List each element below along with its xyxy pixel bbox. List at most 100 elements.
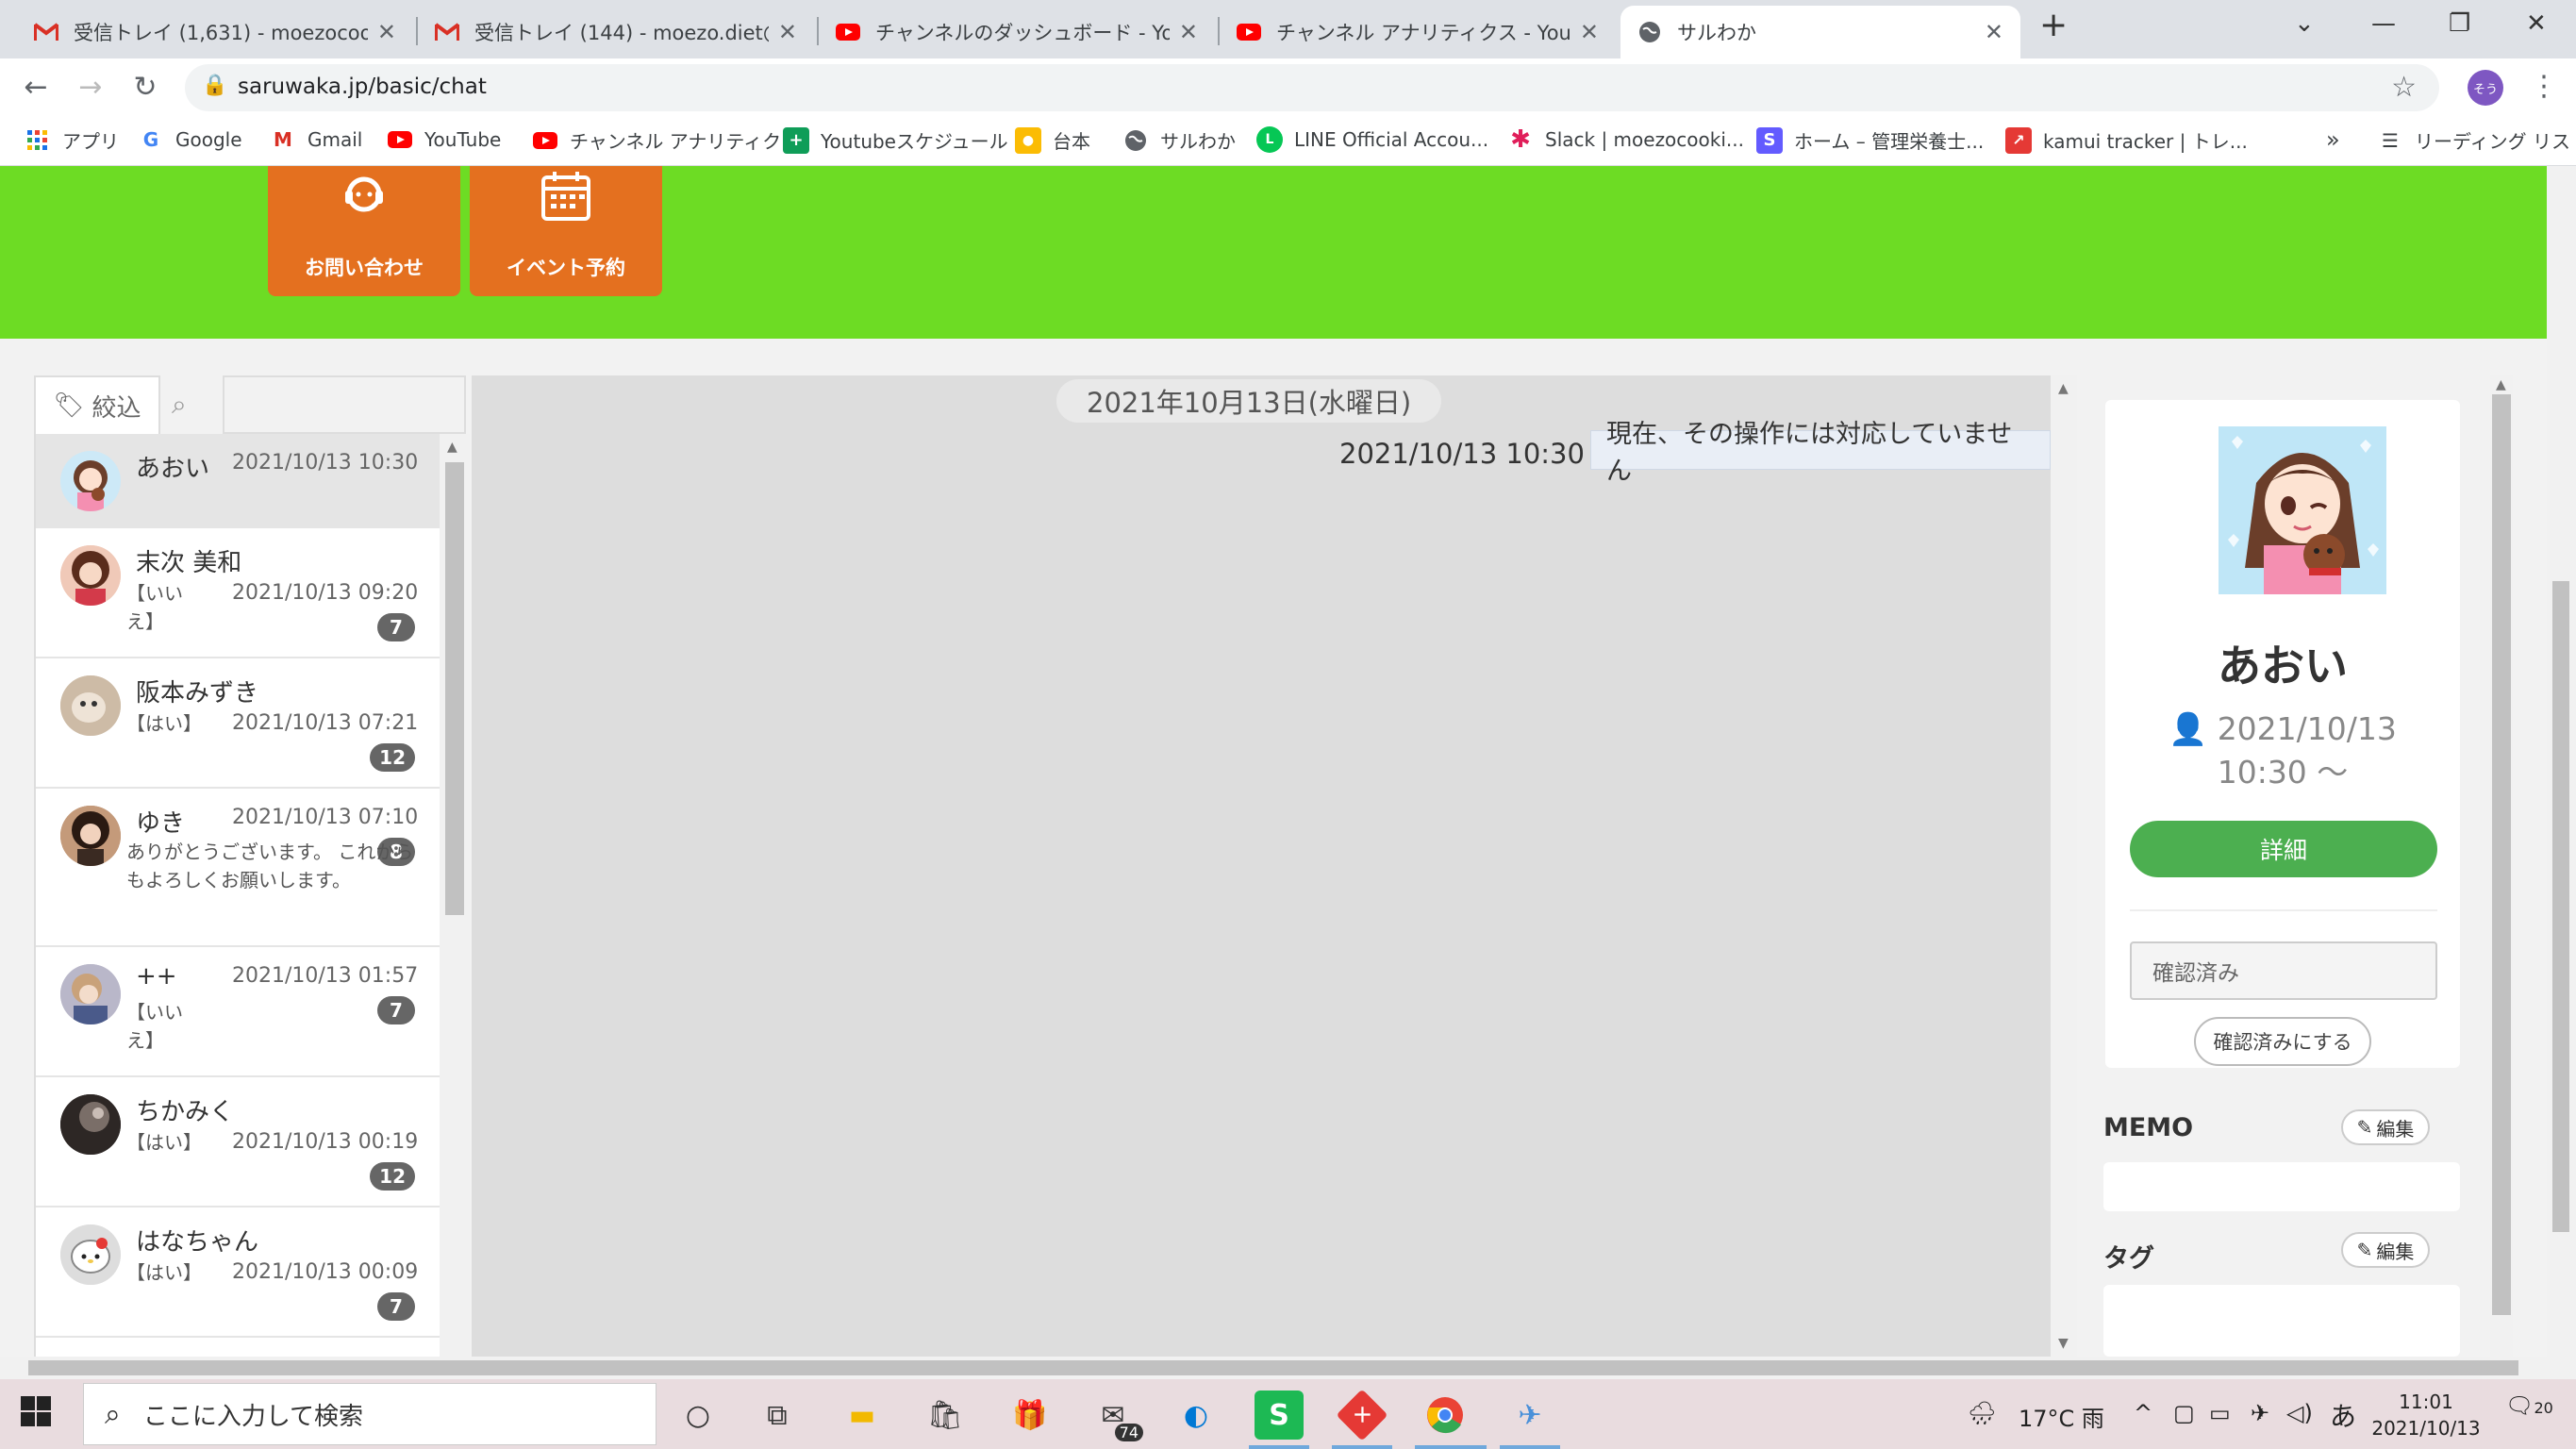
reload-icon[interactable]: ↻ xyxy=(126,68,164,106)
scrollbar-thumb[interactable] xyxy=(445,462,464,915)
profile-scrollbar[interactable]: ▲ xyxy=(2490,375,2513,1357)
volume-icon[interactable]: ◁) xyxy=(2286,1400,2313,1426)
tab-gmail-2[interactable]: 受信トレイ (144) - moezo.diet@gm ✕ xyxy=(418,6,814,58)
contact-button[interactable]: お問い合わせ xyxy=(268,166,460,296)
bookmark-channel-analytics[interactable]: チャンネル アナリティク... xyxy=(532,126,799,154)
bookmark-youtube[interactable]: YouTube xyxy=(387,126,501,153)
bookmark-kamui-tracker[interactable]: ↗ kamui tracker | トレ... xyxy=(2005,126,2248,154)
scroll-up-icon[interactable]: ▲ xyxy=(2496,377,2506,392)
memo-edit-button[interactable]: ✎ 編集 xyxy=(2341,1109,2430,1145)
filter-tag-button[interactable]: 🏷 絞込 xyxy=(34,375,160,434)
chat-list-item[interactable]: ++ 2021/10/13 01:57 7 【いいえ】 xyxy=(36,947,440,1077)
event-reservation-button[interactable]: イベント予約 xyxy=(470,166,662,296)
minimize-icon[interactable]: — xyxy=(2371,9,2396,38)
scrollbar-thumb[interactable] xyxy=(28,1360,2518,1375)
taskbar-clock[interactable]: 11:01 2021/10/13 xyxy=(2369,1389,2483,1441)
mail-icon[interactable]: ✉ 74 xyxy=(1089,1391,1143,1441)
tab-title: チャンネル アナリティクス - YouTube S xyxy=(1276,22,1571,44)
chat-list-item[interactable]: 阪本みずき 【はい】 2021/10/13 07:21 12 xyxy=(36,658,440,789)
back-icon[interactable]: ← xyxy=(17,68,55,106)
scrollbar-thumb[interactable] xyxy=(2492,394,2511,1315)
weather-icon[interactable]: 🌧 xyxy=(1968,1400,1996,1426)
edge-icon[interactable]: ◐ xyxy=(1172,1391,1221,1440)
memo-box[interactable] xyxy=(2103,1162,2460,1211)
ime-indicator[interactable]: あ xyxy=(2330,1396,2356,1434)
bookmark-script[interactable]: ● 台本 xyxy=(1015,126,1090,154)
chat-list-item[interactable]: はなちゃん 【はい】 2021/10/13 00:09 7 xyxy=(36,1208,440,1338)
taskbar-search[interactable]: ⌕ ここに入力して検索 xyxy=(83,1383,656,1445)
tab-gmail-1[interactable]: 受信トレイ (1,631) - moezocooking ✕ xyxy=(17,6,413,58)
scroll-down-icon[interactable]: ▼ xyxy=(2058,1336,2069,1351)
chat-scrollbar[interactable]: ▲ ▼ xyxy=(2051,375,2077,1357)
forward-icon[interactable]: → xyxy=(72,68,109,106)
horizontal-scrollbar[interactable] xyxy=(0,1357,2576,1379)
close-icon[interactable]: ✕ xyxy=(1580,19,1599,45)
address-bar[interactable]: 🔒 saruwaka.jp/basic/chat ☆ xyxy=(185,64,2439,111)
tab-youtube-analytics[interactable]: チャンネル アナリティクス - YouTube S ✕ xyxy=(1220,6,1616,58)
tag-edit-button[interactable]: ✎ 編集 xyxy=(2341,1232,2430,1268)
app-blue-icon[interactable]: ✈ xyxy=(1505,1391,1554,1440)
bookmark-slack[interactable]: ✱ Slack | moezocooki... xyxy=(1507,125,1744,154)
close-icon[interactable]: ✕ xyxy=(1985,19,2003,45)
bookmark-line[interactable]: L LINE Official Accou... xyxy=(1256,126,1488,153)
profile-card: あおい 👤 2021/10/13 10:30 ～ 詳細 確認済み 確認済みにする xyxy=(2105,400,2460,1068)
filter-search-input[interactable] xyxy=(223,375,466,434)
chat-list-item[interactable]: あおい 2021/10/13 10:30 xyxy=(36,434,440,528)
profile-avatar[interactable]: そう xyxy=(2468,70,2503,106)
scroll-up-icon[interactable]: ▲ xyxy=(2058,381,2069,396)
bookmark-youtube-schedule[interactable]: + Youtubeスケジュール xyxy=(783,126,1008,154)
store-icon[interactable]: 🛍 xyxy=(921,1391,970,1440)
device-icon[interactable]: ▢ xyxy=(2173,1400,2195,1426)
search-icon[interactable]: ⌕ xyxy=(172,389,187,421)
app-s-icon[interactable]: S xyxy=(1255,1391,1304,1440)
file-explorer-icon[interactable]: ▬ xyxy=(838,1391,887,1440)
more-menu-icon[interactable]: ⋮ xyxy=(2530,70,2558,103)
restore-icon[interactable]: ❐ xyxy=(2449,9,2470,38)
reading-list-button[interactable]: ☰ リーディング リスト xyxy=(2377,126,2576,154)
bookmark-home[interactable]: S ホーム – 管理栄養士... xyxy=(1756,126,1984,154)
app-red-icon[interactable]: ✕ xyxy=(1336,1389,1388,1441)
chat-list-item[interactable]: ゆき 2021/10/13 07:10 8 ありがとうございます。 これからもよ… xyxy=(36,789,440,947)
scrollbar-thumb[interactable] xyxy=(2552,581,2569,1232)
page-scrollbar[interactable] xyxy=(2547,166,2576,1357)
bookmark-apps[interactable]: アプリ xyxy=(25,126,119,154)
bookmarks-overflow-icon[interactable]: » xyxy=(2326,126,2340,153)
tag-box[interactable] xyxy=(2103,1285,2460,1357)
tab-strip: 受信トレイ (1,631) - moezocooking ✕ 受信トレイ (14… xyxy=(0,0,2576,58)
status-field[interactable]: 確認済み xyxy=(2130,941,2437,1000)
bookmark-gmail[interactable]: M Gmail xyxy=(270,126,362,153)
scroll-up-icon[interactable]: ▲ xyxy=(447,440,457,455)
new-tab-button[interactable]: + xyxy=(2039,6,2068,44)
active-indicator xyxy=(1500,1445,1560,1449)
gift-icon[interactable]: 🎁 xyxy=(1005,1391,1055,1440)
avatar xyxy=(60,806,121,866)
chat-list-item[interactable]: 末次 美和 【いいえ】 2021/10/13 09:20 7 xyxy=(36,528,440,658)
tab-search-icon[interactable]: ⌄ xyxy=(2294,9,2315,38)
tab-youtube-dashboard[interactable]: チャンネルのダッシュボード - YouTube ✕ xyxy=(819,6,1215,58)
chat-list-scrollbar[interactable]: ▲ xyxy=(440,434,470,1357)
battery-icon[interactable]: ▭ xyxy=(2209,1400,2231,1426)
close-icon[interactable]: ✕ xyxy=(377,19,396,45)
bookmark-label: ホーム – 管理栄養士... xyxy=(1794,130,1985,153)
notification-icon[interactable]: 🗨20 xyxy=(2505,1392,2553,1419)
close-icon[interactable]: ✕ xyxy=(1179,19,1198,45)
bookmark-star-icon[interactable]: ☆ xyxy=(2391,71,2417,104)
mark-confirmed-button[interactable]: 確認済みにする xyxy=(2194,1017,2371,1066)
bookmark-google[interactable]: G Google xyxy=(138,126,242,153)
task-view-icon[interactable]: ⧉ xyxy=(753,1391,802,1440)
bookmark-label: 台本 xyxy=(1053,130,1090,153)
close-icon[interactable]: ✕ xyxy=(778,19,797,45)
chat-time: 2021/10/13 01:57 xyxy=(232,964,419,988)
cortana-icon[interactable]: ○ xyxy=(673,1391,723,1440)
bookmark-saruwaka[interactable]: サルわか xyxy=(1122,126,1236,154)
chrome-icon[interactable] xyxy=(1421,1391,1470,1440)
chat-time: 2021/10/13 00:09 xyxy=(232,1260,419,1284)
detail-button[interactable]: 詳細 xyxy=(2130,821,2437,877)
window-close-icon[interactable]: ✕ xyxy=(2526,9,2547,38)
weather-text[interactable]: 17°C 雨 xyxy=(2019,1400,2104,1433)
windows-start-icon[interactable] xyxy=(21,1396,51,1435)
tab-saruwaka[interactable]: サルわか ✕ xyxy=(1620,6,2020,58)
airplane-icon[interactable]: ✈ xyxy=(2251,1400,2269,1426)
tray-expand-icon[interactable]: ^ xyxy=(2134,1400,2152,1426)
chat-list-item[interactable]: ちかみく 【はい】 2021/10/13 00:19 12 xyxy=(36,1077,440,1208)
